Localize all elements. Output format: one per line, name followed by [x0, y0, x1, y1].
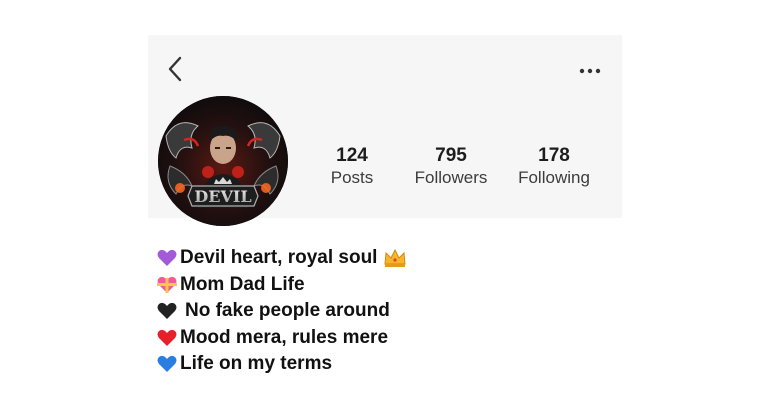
profile-bio: Devil heart, royal soul Mom Dad Life No …: [156, 245, 596, 378]
red-heart-icon: [156, 327, 178, 349]
posts-label: Posts: [330, 168, 374, 187]
purple-heart-icon: [156, 247, 178, 269]
bio-line-5-text: Life on my terms: [180, 353, 333, 375]
crown-icon: [383, 248, 407, 268]
following-stat[interactable]: 178 Following: [512, 145, 596, 189]
black-heart-icon: [156, 300, 178, 322]
following-count: 178: [538, 145, 570, 166]
more-options-button[interactable]: [578, 61, 602, 81]
followers-count: 795: [435, 145, 467, 166]
more-horizontal-icon: [579, 68, 601, 74]
bio-line-2-text: Mom Dad Life: [180, 273, 305, 295]
avatar-image: DEVIL: [158, 96, 288, 226]
posts-stat[interactable]: 124 Posts: [324, 145, 380, 189]
back-button[interactable]: [164, 55, 186, 83]
bio-line-1-text: Devil heart, royal soul: [180, 247, 378, 269]
following-label: Following: [518, 168, 590, 187]
profile-stats: 124 Posts 795 Followers 178 Following: [318, 145, 608, 197]
posts-count: 124: [336, 145, 368, 166]
followers-label: Followers: [414, 168, 488, 187]
bio-line-3-text: No fake people around: [185, 300, 390, 322]
bio-line-4-text: Mood mera, rules mere: [180, 326, 389, 348]
profile-avatar[interactable]: DEVIL: [158, 96, 288, 226]
bio-line-4: Mood mera, rules mere: [156, 325, 596, 352]
avatar-logo-text: DEVIL: [194, 187, 251, 206]
bio-line-3: No fake people around: [156, 298, 596, 325]
heart-with-ribbon-icon: [156, 274, 178, 296]
blue-heart-icon: [156, 353, 178, 375]
chevron-left-icon: [168, 56, 182, 82]
bio-line-5: Life on my terms: [156, 351, 596, 378]
bio-line-1: Devil heart, royal soul: [156, 245, 596, 272]
screenshot-page: DEVIL 124 Posts 795 Followers 178 Follow…: [0, 0, 768, 410]
followers-stat[interactable]: 795 Followers: [410, 145, 492, 189]
bio-line-2: Mom Dad Life: [156, 272, 596, 299]
